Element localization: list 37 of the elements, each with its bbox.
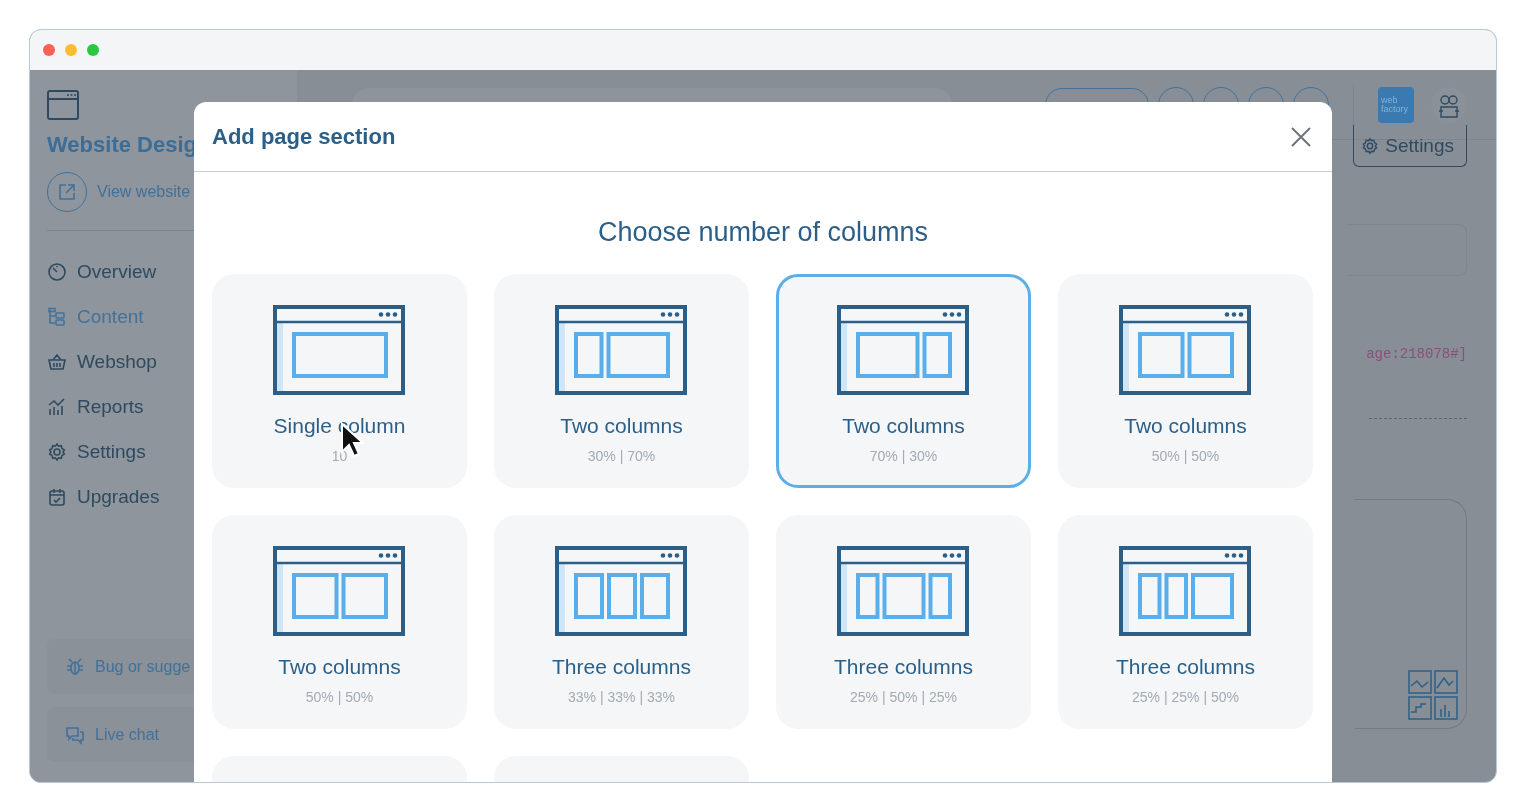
zoom-dot-icon[interactable] xyxy=(87,44,99,56)
column-layout-icon xyxy=(271,304,408,398)
gauge-icon xyxy=(47,261,67,282)
calendar-icon xyxy=(47,486,67,507)
bug-icon xyxy=(65,656,85,677)
gear-icon xyxy=(1361,136,1380,155)
image-icons-drawing xyxy=(1408,670,1458,720)
chart-icon xyxy=(47,396,67,417)
layout-option[interactable]: Two columns 50% | 50% xyxy=(212,515,467,729)
column-layout-icon xyxy=(553,304,690,398)
site-title: Website Desig xyxy=(47,132,197,158)
code-text: age:218078#] xyxy=(1366,346,1467,362)
browser-window-icon xyxy=(47,90,79,120)
view-website-link[interactable]: View website xyxy=(97,183,191,201)
column-layout-icon xyxy=(835,545,972,639)
column-layout-icon xyxy=(271,545,408,639)
layout-option[interactable]: Two columns 70% | 30% xyxy=(776,274,1031,488)
close-dot-icon[interactable] xyxy=(43,44,55,56)
layout-option[interactable]: Three columns 25% | 50% | 25% xyxy=(776,515,1031,729)
layout-option[interactable]: Two columns 50% | 50% xyxy=(1058,274,1313,488)
gear-icon xyxy=(47,441,67,462)
chat-icon xyxy=(65,724,85,745)
column-layout-icon xyxy=(835,304,972,398)
minimize-dot-icon[interactable] xyxy=(65,44,77,56)
settings-button[interactable]: Settings xyxy=(1353,125,1467,167)
column-layout-icon xyxy=(553,545,690,639)
layout-option[interactable]: Single column 10 xyxy=(212,274,467,488)
layout-option[interactable]: Two columns 30% | 70% xyxy=(494,274,749,488)
logo[interactable]: web factory xyxy=(1378,86,1414,123)
basket-icon xyxy=(47,351,67,372)
layout-option[interactable]: Three columns 33% | 33% | 33% xyxy=(494,515,749,729)
column-layout-icon xyxy=(1117,545,1254,639)
dialog-title: Add page section xyxy=(212,123,396,150)
dialog-heading: Choose number of columns xyxy=(597,217,929,248)
tree-icon xyxy=(47,306,67,327)
column-layout-icon xyxy=(1117,304,1254,398)
layout-option[interactable]: Three columns 25% | 25% | 50% xyxy=(1058,515,1313,729)
